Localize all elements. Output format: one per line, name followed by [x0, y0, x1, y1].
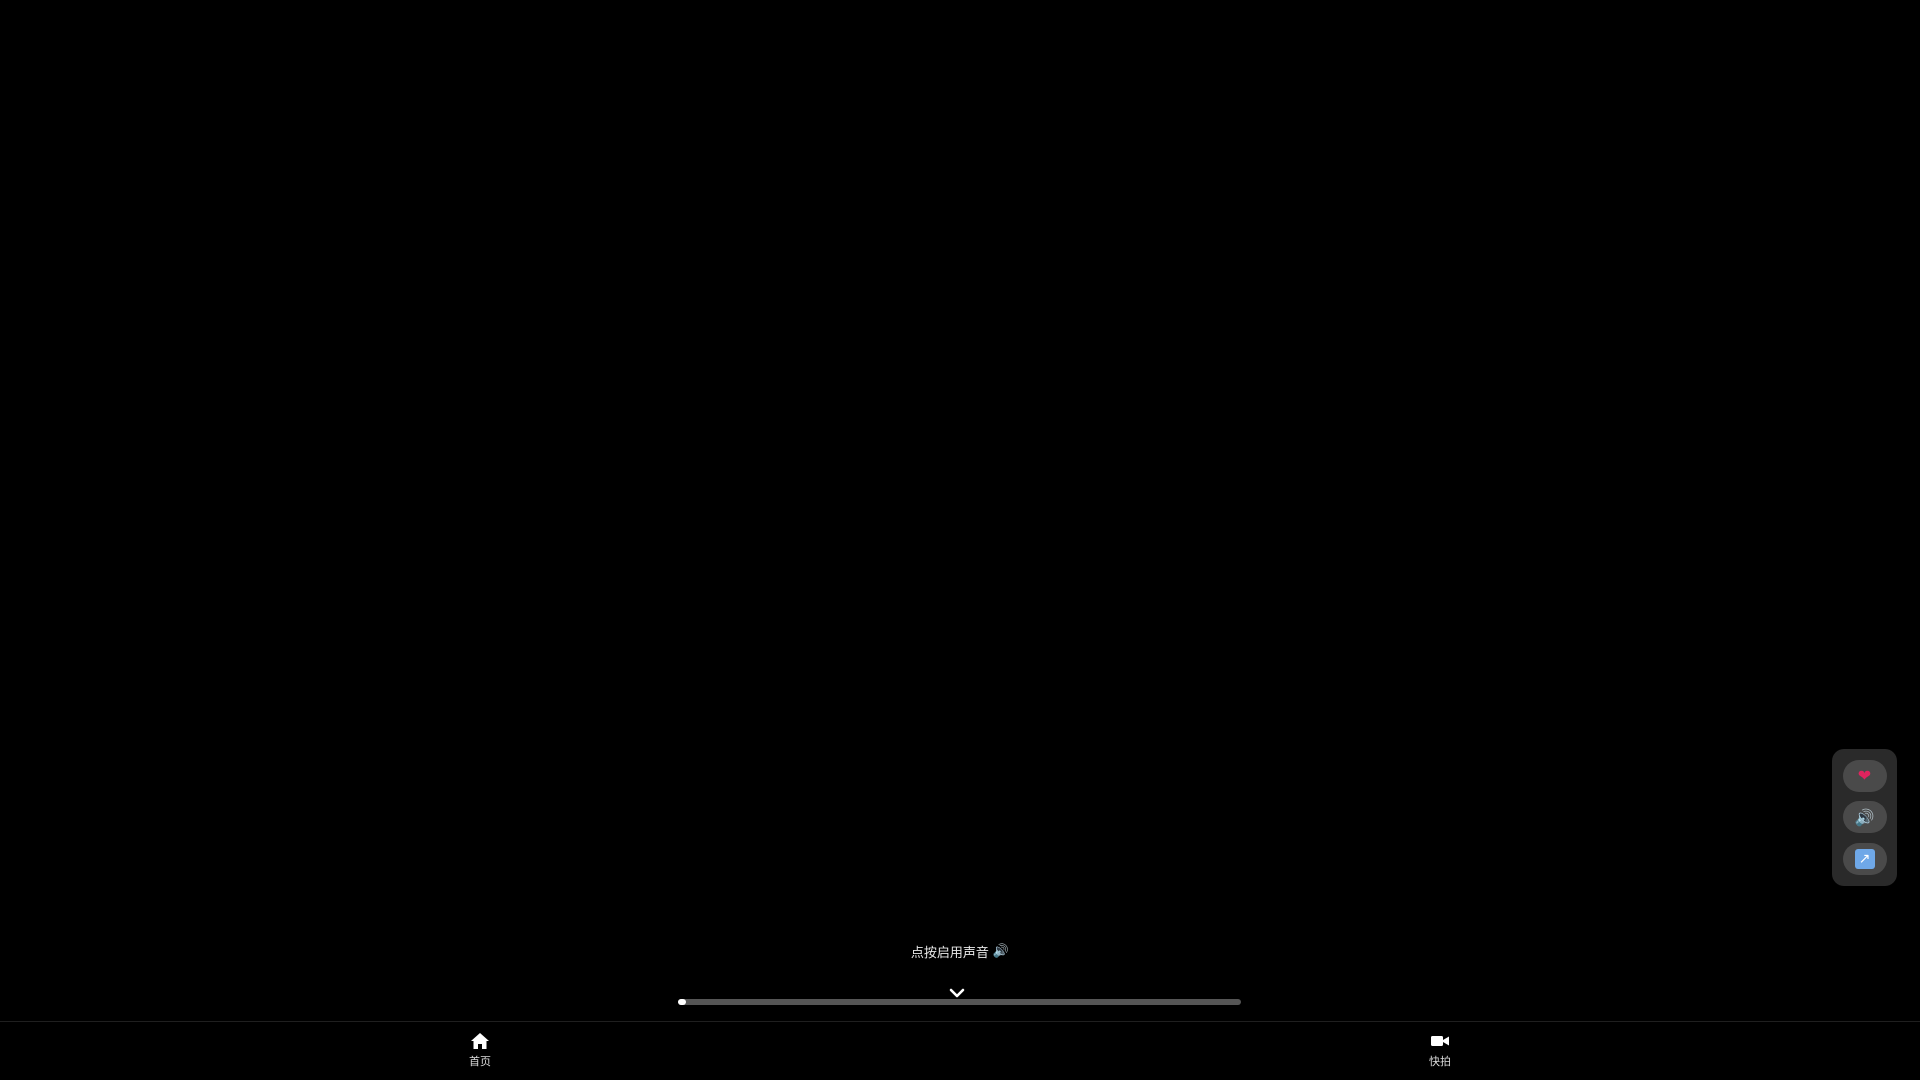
like-button[interactable]: ❤ [1842, 759, 1887, 792]
app-root: ❤ 🔊 ↗ 点按启用声音 🔊 首页 快拍 [0, 0, 1920, 1080]
nav-item-shoot[interactable]: 快拍 [1400, 1032, 1480, 1074]
speaker-icon: 🔊 [1854, 807, 1875, 827]
bottom-nav: 首页 快拍 [0, 1021, 1920, 1080]
side-action-panel: ❤ 🔊 ↗ [1832, 749, 1897, 886]
share-icon: ↗ [1854, 849, 1875, 870]
home-icon [471, 1033, 489, 1049]
sound-button[interactable]: 🔊 [1842, 801, 1887, 834]
progress-bar[interactable] [678, 999, 1241, 1005]
share-button[interactable]: ↗ [1842, 843, 1887, 876]
progress-fill [678, 999, 686, 1005]
nav-label-shoot: 快拍 [1429, 1055, 1451, 1068]
unmute-hint-text: 点按启用声音 [910, 945, 989, 961]
heart-icon: ❤ [1857, 766, 1872, 786]
video-player[interactable] [0, 0, 1920, 1021]
nav-item-home[interactable]: 首页 [440, 1032, 520, 1074]
nav-label-home: 首页 [469, 1055, 491, 1068]
unmute-hint[interactable]: 点按启用声音 🔊 [880, 940, 1040, 962]
video-camera-icon [1431, 1036, 1449, 1046]
speaker-icon: 🔊 [992, 943, 1010, 959]
